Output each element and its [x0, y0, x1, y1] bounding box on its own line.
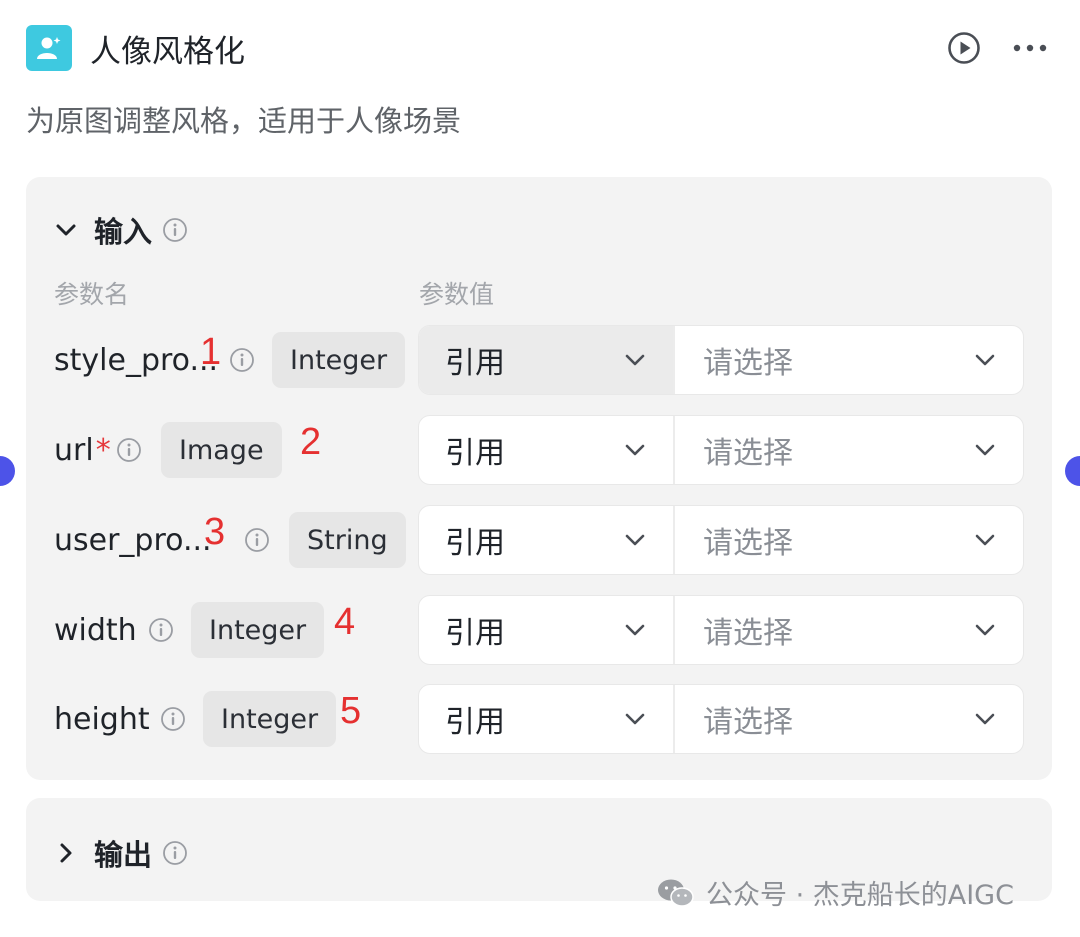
param-value-field: 引用 请选择	[418, 595, 1024, 665]
node-description: 为原图调整风格，适用于人像场景	[26, 104, 462, 138]
param-name: url *	[54, 432, 111, 468]
input-section-header[interactable]: 输入	[52, 209, 188, 251]
annotation-mark: 4	[334, 601, 356, 643]
info-icon	[229, 325, 255, 395]
more-icon	[1013, 44, 1047, 52]
output-section-header[interactable]: 输出	[52, 832, 188, 874]
variable-select[interactable]: 请选择	[675, 596, 1023, 664]
variable-select[interactable]: 请选择	[675, 326, 1023, 394]
watermark: 公众号 · 杰克船长的AIGC	[656, 873, 1014, 912]
info-icon	[244, 505, 270, 575]
chevron-down-icon	[971, 616, 999, 644]
param-row-height: height Integer 5 引用 请选择	[54, 684, 1024, 754]
annotation-mark: 5	[340, 690, 362, 732]
param-name: width	[54, 612, 137, 648]
param-name: height	[54, 701, 150, 737]
param-value-header: 参数值	[419, 280, 495, 309]
info-icon	[148, 595, 174, 665]
info-icon	[116, 415, 142, 485]
more-button[interactable]	[1010, 30, 1050, 66]
type-badge: Image	[161, 422, 282, 478]
node-title: 人像风格化	[90, 33, 245, 70]
chevron-down-icon	[621, 526, 649, 554]
param-value-field: 引用 请选择	[418, 325, 1024, 395]
input-connection-port[interactable]	[0, 456, 15, 486]
input-section: 输入 参数名 参数值 style_pro... Integer 1 引用 请选择	[26, 177, 1052, 780]
chevron-down-icon	[621, 705, 649, 733]
reference-type-select[interactable]: 引用	[419, 596, 675, 664]
output-connection-port[interactable]	[1065, 456, 1080, 486]
param-row-url: url * Image 2 引用 请选择	[54, 415, 1024, 485]
info-icon	[162, 217, 188, 243]
run-button[interactable]	[946, 30, 982, 66]
param-name: user_pro...	[54, 522, 212, 558]
required-mark: *	[95, 432, 111, 468]
wechat-icon	[658, 879, 694, 907]
param-row-user-pro: user_pro... String 3 引用 请选择	[54, 505, 1024, 575]
info-icon	[160, 684, 186, 754]
chevron-down-icon	[56, 224, 76, 236]
reference-type-select[interactable]: 引用	[419, 326, 675, 394]
chevron-down-icon	[971, 526, 999, 554]
variable-select[interactable]: 请选择	[675, 685, 1023, 753]
param-row-width: width Integer 4 引用 请选择	[54, 595, 1024, 665]
variable-select[interactable]: 请选择	[675, 416, 1023, 484]
type-badge: String	[289, 512, 406, 568]
chevron-down-icon	[621, 436, 649, 464]
chevron-down-icon	[621, 346, 649, 374]
variable-select[interactable]: 请选择	[675, 506, 1023, 574]
node-header: 人像风格化	[26, 24, 1050, 72]
header-actions	[946, 30, 1050, 66]
reference-type-select[interactable]: 引用	[419, 685, 675, 753]
chevron-down-icon	[971, 436, 999, 464]
param-value-field: 引用 请选择	[418, 684, 1024, 754]
type-badge: Integer	[272, 332, 406, 388]
param-value-field: 引用 请选择	[418, 505, 1024, 575]
chevron-right-icon	[60, 843, 72, 863]
play-icon	[948, 32, 980, 64]
annotation-mark: 1	[200, 331, 222, 373]
reference-type-select[interactable]: 引用	[419, 506, 675, 574]
type-badge: Integer	[203, 691, 337, 747]
param-name-header: 参数名	[54, 280, 130, 309]
annotation-mark: 3	[204, 511, 226, 553]
chevron-down-icon	[621, 616, 649, 644]
chevron-down-icon	[971, 705, 999, 733]
param-row-style-pro: style_pro... Integer 1 引用 请选择	[54, 325, 1024, 395]
param-value-field: 引用 请选择	[418, 415, 1024, 485]
output-section-title: 输出	[94, 838, 153, 872]
param-name: style_pro...	[54, 342, 219, 378]
annotation-mark: 2	[300, 421, 322, 463]
info-icon	[162, 840, 188, 866]
portrait-icon	[26, 25, 72, 71]
chevron-down-icon	[971, 346, 999, 374]
reference-type-select[interactable]: 引用	[419, 416, 675, 484]
input-section-title: 输入	[94, 215, 153, 249]
type-badge: Integer	[191, 602, 325, 658]
